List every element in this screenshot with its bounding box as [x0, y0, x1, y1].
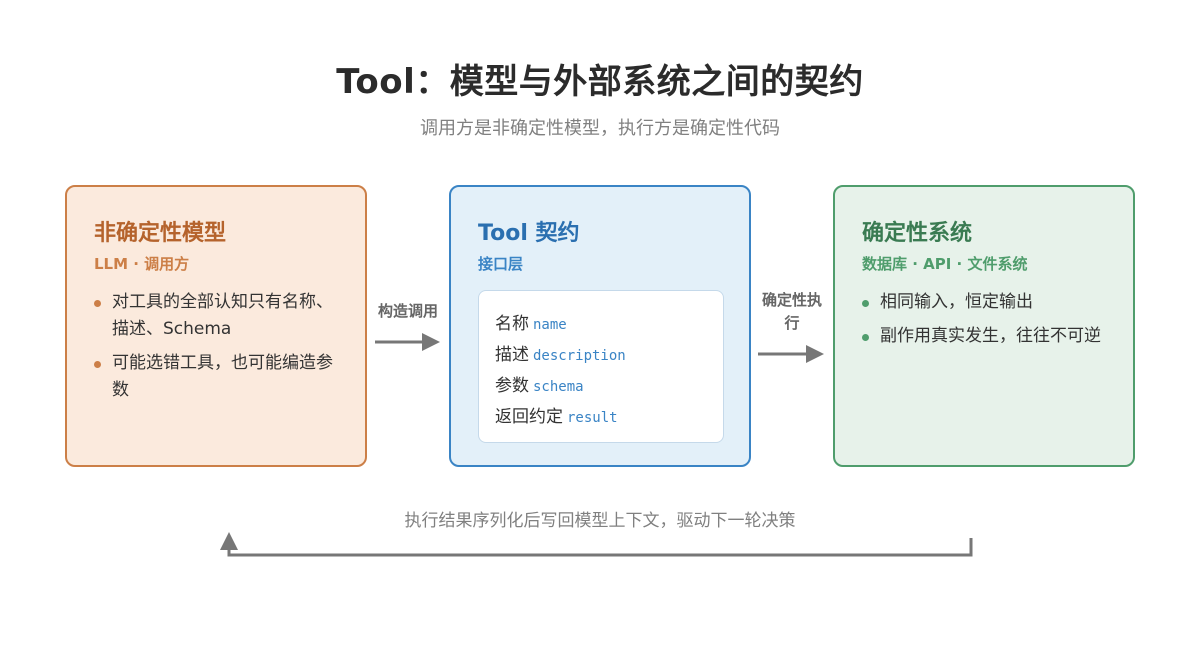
connector-arrows	[220, 333, 973, 557]
feedback-label: 执行结果序列化后写回模型上下文，驱动下一轮决策	[404, 511, 796, 531]
arrow-left-to-middle	[375, 333, 440, 351]
arrow-middle-to-right	[758, 345, 824, 363]
feedback-loop-arrow	[220, 532, 973, 557]
